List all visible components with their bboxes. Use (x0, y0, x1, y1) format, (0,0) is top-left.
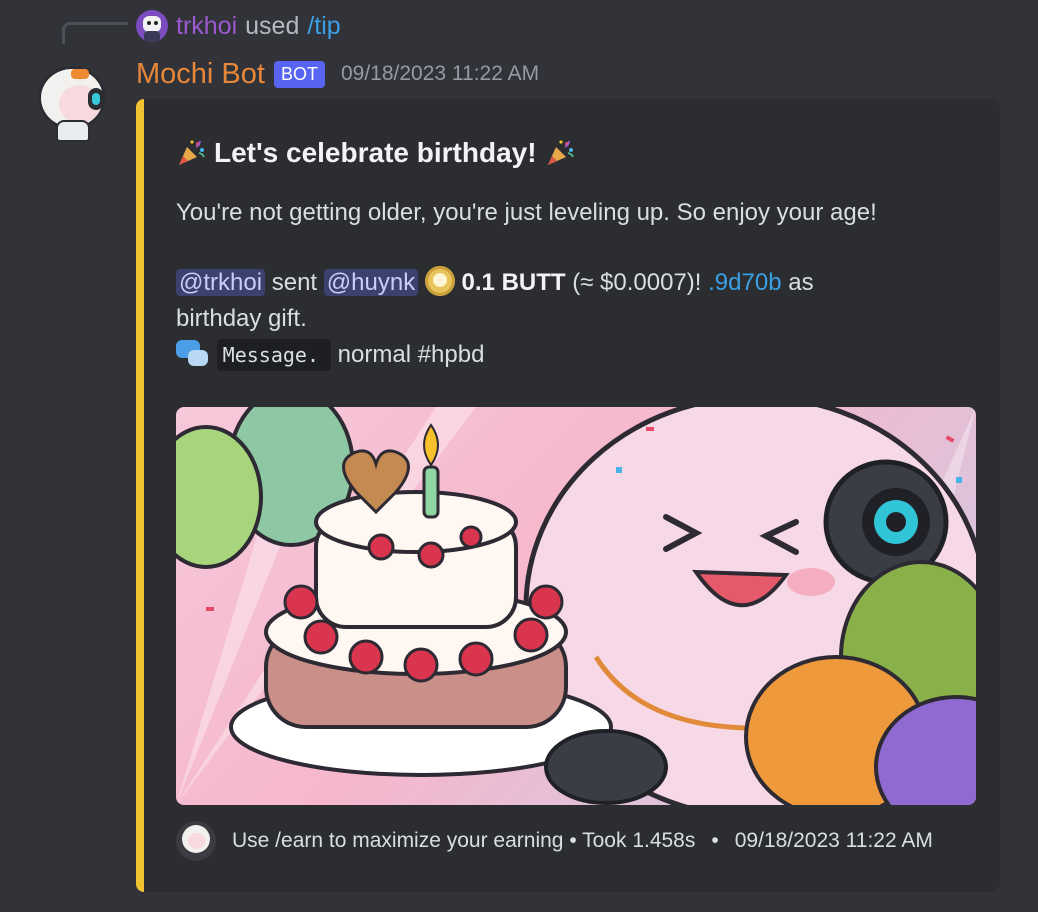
footer-separator: • (711, 829, 719, 852)
gift-line: birthday gift. (176, 305, 307, 332)
sender-mention[interactable]: @trkhoi (176, 269, 266, 296)
reply-spine (62, 22, 128, 44)
mochi-footer-icon (176, 821, 216, 861)
footer-timestamp: 09/18/2023 11:22 AM (734, 829, 933, 852)
recipient-mention[interactable]: @huynk (323, 269, 419, 296)
butt-coin-icon (424, 266, 455, 296)
message-tail: normal #hpbd (337, 341, 485, 368)
birthday-image[interactable] (176, 407, 976, 805)
embed-title-text: Let's celebrate birthday! (214, 137, 537, 168)
party-popper-icon (547, 140, 574, 165)
message-header: Mochi Bot BOT 09/18/2023 11:22 AM (136, 56, 539, 92)
tip-line: @trkhoi sent @huynk 0.1 BUTT (≈ $0.0007)… (176, 265, 976, 301)
message-line: Message. normal #hpbd (176, 337, 976, 373)
bot-avatar[interactable] (30, 62, 110, 142)
tx-link[interactable]: .9d70b (708, 269, 781, 296)
birthday-illustration (176, 407, 976, 805)
embed-description: You're not getting older, you're just le… (176, 195, 976, 373)
party-popper-icon (179, 140, 205, 165)
sent-word: sent (271, 269, 318, 296)
embed-footer: Use /earn to maximize your earning • Too… (176, 821, 933, 861)
tip-amount: 0.1 BUTT (461, 269, 566, 296)
headphone-shape (88, 88, 104, 110)
bot-badge: BOT (273, 60, 325, 88)
as-word: as (788, 269, 814, 296)
reference-command[interactable]: /tip (307, 12, 340, 41)
reference-username[interactable]: trkhoi (176, 12, 237, 41)
speech-bubble-icon (176, 340, 210, 368)
embed-title: Let's celebrate birthday! (176, 137, 575, 169)
author-name[interactable]: Mochi Bot (136, 58, 265, 91)
reference-verb: used (245, 11, 300, 40)
embed-subtitle: You're not getting older, you're just le… (176, 199, 877, 226)
command-reference[interactable]: trkhoi used /tip (136, 8, 341, 44)
usd-value: (≈ $0.0007)! (572, 269, 702, 296)
message-code: Message. (216, 339, 331, 371)
avatar-body-shape (56, 120, 90, 142)
footer-text: Use /earn to maximize your earning • Too… (232, 829, 696, 852)
user-avatar-icon[interactable] (136, 10, 168, 42)
tip-embed: Let's celebrate birthday! You're not get… (136, 99, 1000, 892)
chat-message: trkhoi used /tip Mochi Bot BOT 09/18/202… (0, 0, 1038, 912)
message-timestamp[interactable]: 09/18/2023 11:22 AM (341, 62, 539, 86)
